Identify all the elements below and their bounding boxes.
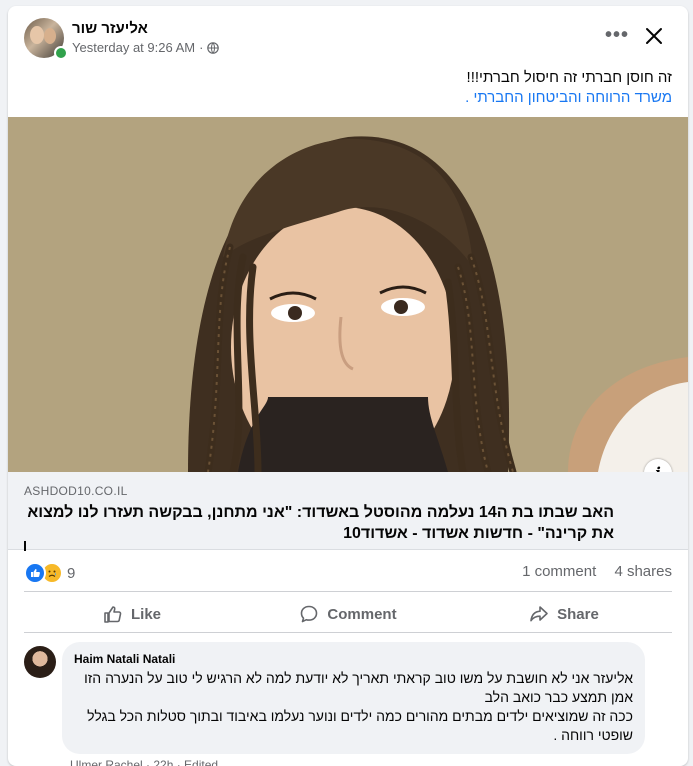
meta-separator: · (199, 40, 204, 55)
post-timestamp[interactable]: Yesterday at 9:26 AM (72, 40, 195, 55)
comment-line: אליעזר אני לא חושבת על משו טוב קראתי תאר… (84, 670, 633, 686)
portrait-photo (8, 117, 688, 472)
comment-line: ככה זה שמוציאים ילדים מבתים מהורים כמה י… (87, 708, 633, 724)
post-actions: Like Comment Share (24, 596, 672, 632)
comment-text: אליעזר אני לא חושבת על משו טוב קראתי תאר… (73, 669, 633, 745)
divider (24, 591, 672, 592)
like-button[interactable]: Like (24, 596, 240, 632)
thumbs-up-icon (104, 606, 122, 623)
like-label: Like (130, 605, 161, 623)
post-text-line: זה חוסן חברתי זה חיסול חברתי!!! (466, 69, 672, 86)
link-domain: ASHDOD10.CO.IL (24, 484, 128, 498)
engagement-stats: 1 comment 4 shares (508, 563, 672, 580)
online-status-dot (54, 46, 68, 60)
like-reaction-icon (24, 562, 46, 584)
shared-link-image[interactable] (8, 117, 688, 472)
share-icon (530, 606, 548, 622)
comment-line: אמן תמצע כבר כואב הלב (484, 689, 633, 705)
post-meta: Yesterday at 9:26 AM · (72, 40, 220, 55)
link-title[interactable]: האב שבתו בת ה14 נעלמה מהוסטל באשדוד: "אנ… (24, 502, 614, 544)
comment-bubble: Haim Natali Natali אליעזר אני לא חושבת ע… (62, 642, 645, 754)
divider (24, 632, 672, 633)
globe-icon (207, 41, 220, 54)
share-label: Share (557, 605, 599, 623)
comment-line: שופטי רווחה . (553, 727, 633, 743)
post-author-name[interactable]: אליעזר שור (72, 20, 148, 37)
reaction-summary[interactable]: 9 (24, 562, 75, 584)
more-options-icon[interactable]: ••• (605, 25, 629, 45)
share-count[interactable]: 4 shares (614, 563, 672, 580)
share-button[interactable]: Share (456, 596, 672, 632)
text-cursor (24, 541, 26, 551)
comment-count[interactable]: 1 comment (522, 563, 596, 580)
reaction-count: 9 (67, 564, 76, 582)
post-card: אליעזר שור Yesterday at 9:26 AM · ••• זה… (8, 6, 688, 766)
comment-icon (301, 605, 318, 623)
commenter-avatar[interactable] (24, 646, 56, 678)
next-comment-meta: Ulmer Rachel · 22h · Edited (70, 758, 219, 766)
comment-label: Comment (327, 605, 397, 623)
link-preview[interactable]: ASHDOD10.CO.IL האב שבתו בת ה14 נעלמה מהו… (8, 472, 688, 550)
close-icon[interactable] (644, 26, 664, 46)
commenter-name[interactable]: Haim Natali Natali (74, 652, 175, 666)
post-text: זה חוסן חברתי זה חיסול חברתי!!! משרד הרו… (32, 68, 672, 108)
comment-button[interactable]: Comment (240, 596, 456, 632)
post-hashtags[interactable]: משרד הרווחה והביטחון החברתי . (32, 88, 672, 108)
